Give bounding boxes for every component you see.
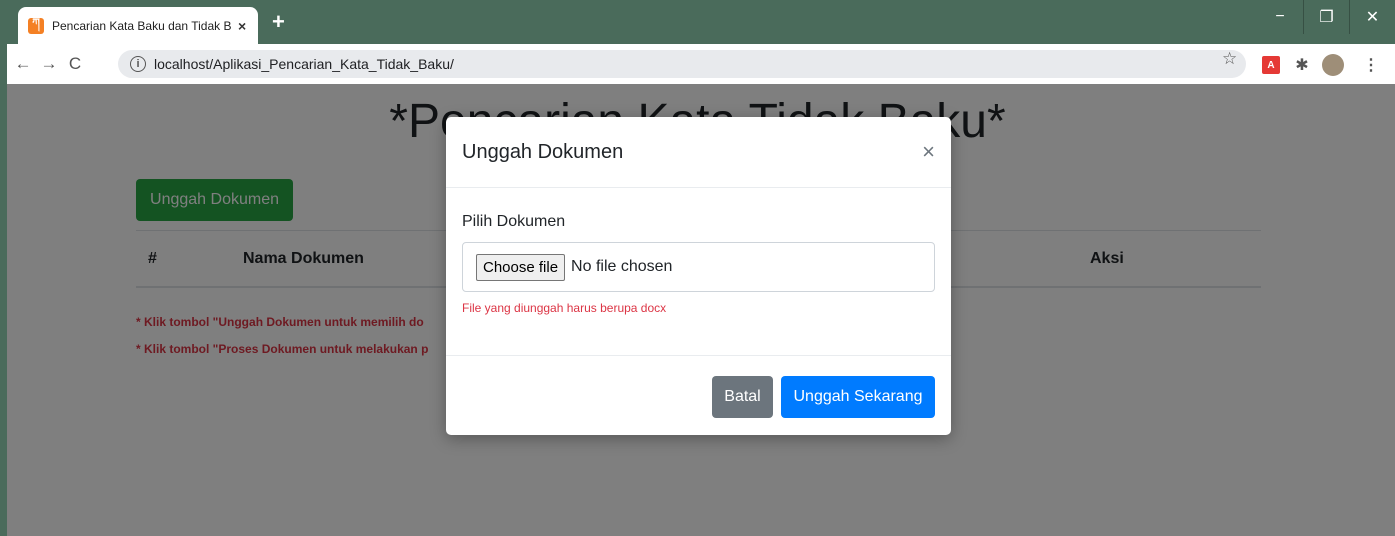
browser-titlebar: ཀ Pencarian Kata Baku dan Tidak Baku × +… (0, 0, 1395, 44)
window-controls: − ❐ ✕ (1257, 0, 1395, 34)
extensions-puzzle-icon[interactable]: ✱ (1293, 56, 1311, 74)
close-tab-icon[interactable]: × (238, 18, 246, 34)
restore-button[interactable]: ❐ (1303, 0, 1349, 34)
profile-avatar[interactable] (1322, 54, 1344, 76)
close-window-button[interactable]: ✕ (1349, 0, 1395, 34)
back-icon[interactable]: ← (10, 54, 36, 74)
upload-modal: Unggah Dokumen × Pilih Dokumen Choose fi… (446, 117, 951, 435)
modal-title: Unggah Dokumen (462, 140, 624, 163)
browser-toolbar: ← → C i localhost/Aplikasi_Pencarian_Kat… (0, 44, 1395, 84)
file-input[interactable]: Choose file No file chosen (462, 242, 935, 292)
cancel-button[interactable]: Batal (712, 376, 773, 418)
forward-icon[interactable]: → (36, 54, 62, 74)
minimize-button[interactable]: − (1257, 0, 1303, 34)
modal-header: Unggah Dokumen × (446, 117, 951, 188)
xampp-favicon-icon: ཀ (28, 17, 44, 34)
browser-menu-icon[interactable]: ⋮ (1362, 56, 1380, 74)
extension-icon[interactable]: A (1262, 56, 1280, 74)
url-text[interactable]: localhost/Aplikasi_Pencarian_Kata_Tidak_… (154, 56, 454, 72)
address-bar[interactable]: i localhost/Aplikasi_Pencarian_Kata_Tida… (118, 50, 1246, 78)
tab-title: Pencarian Kata Baku dan Tidak Baku (52, 18, 232, 33)
new-tab-button[interactable]: + (272, 11, 285, 33)
window-edge (0, 0, 7, 536)
choose-document-label: Pilih Dokumen (462, 213, 566, 230)
file-status-text: No file chosen (571, 258, 673, 275)
browser-tab[interactable]: ཀ Pencarian Kata Baku dan Tidak Baku × (18, 7, 258, 44)
close-icon[interactable]: × (922, 141, 935, 163)
upload-now-button[interactable]: Unggah Sekarang (781, 376, 935, 418)
modal-body: Pilih Dokumen Choose file No file chosen… (446, 188, 951, 356)
reload-icon[interactable]: C (62, 54, 88, 74)
file-help-text: File yang diunggah harus berupa docx (462, 301, 667, 315)
bookmark-star-icon[interactable]: ☆ (1222, 49, 1237, 69)
modal-footer: Batal Unggah Sekarang (446, 356, 951, 434)
choose-file-button[interactable]: Choose file (476, 253, 566, 281)
info-icon[interactable]: i (130, 56, 146, 72)
